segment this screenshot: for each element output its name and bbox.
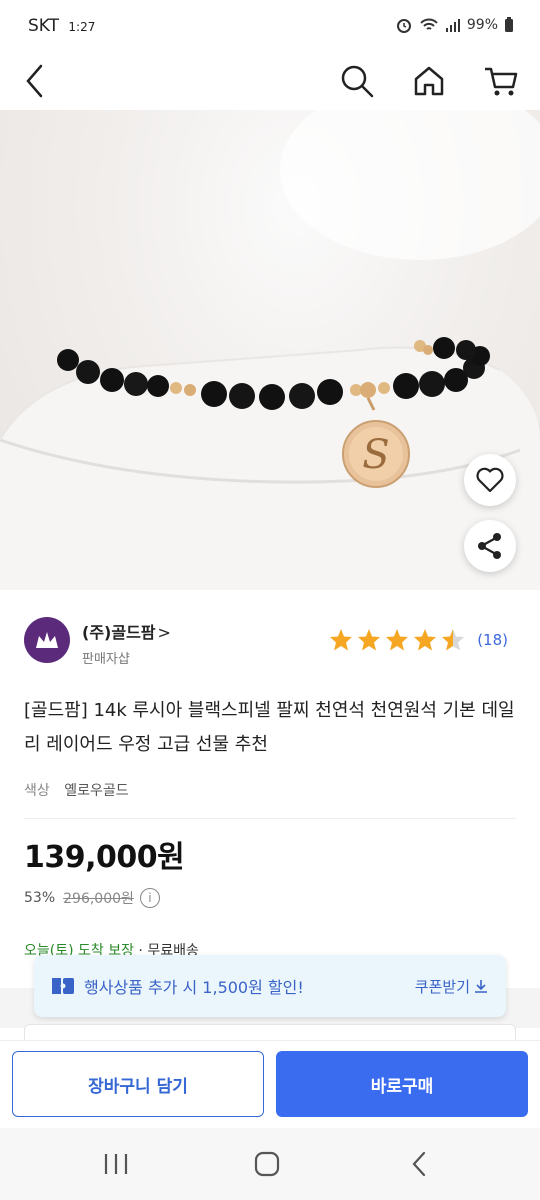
seller-name: (주)골드팜: [82, 623, 156, 642]
original-price: 296,000원: [63, 891, 134, 907]
coupon-button-label: 쿠폰받기: [414, 977, 470, 996]
svg-text:S: S: [362, 432, 389, 478]
color-option: 색상 옐로우골드: [24, 780, 129, 800]
color-value: 옐로우골드: [64, 783, 129, 799]
download-icon: [475, 980, 487, 993]
system-back-icon: [412, 1151, 426, 1177]
coupon-download-button[interactable]: 쿠폰받기: [415, 976, 488, 997]
back-button[interactable]: [12, 58, 58, 104]
coupon-icon: [52, 978, 74, 994]
system-nav-bar: [0, 1128, 540, 1200]
sale-price: 139,000원: [24, 840, 185, 875]
product-image[interactable]: S: [0, 110, 540, 590]
back-arrow-icon: [26, 64, 43, 98]
alarm-icon: [396, 19, 411, 33]
carrier-name: SKT: [28, 16, 60, 36]
status-bar: SKT 1:27 99%: [0, 0, 540, 52]
like-button[interactable]: [464, 454, 516, 506]
search-icon: [341, 65, 374, 98]
status-time: 1:27: [68, 20, 96, 34]
seller-logo[interactable]: [24, 617, 70, 663]
wifi-icon: [420, 18, 438, 30]
coupon-banner[interactable]: 행사상품 추가 시 1,500원 할인! 쿠폰받기: [34, 955, 506, 1017]
seller-type: 판매자샵: [82, 652, 130, 667]
recent-apps-icon: [104, 1154, 128, 1174]
system-home-button[interactable]: [247, 1144, 287, 1184]
system-back-button[interactable]: [399, 1144, 439, 1184]
system-home-icon: [254, 1151, 280, 1177]
battery-icon: [505, 17, 513, 32]
divider: [24, 818, 516, 819]
add-to-cart-button[interactable]: 장바구니 담기: [12, 1051, 264, 1117]
info-icon[interactable]: i: [139, 888, 160, 908]
star-rating-icons: [330, 629, 465, 651]
share-button[interactable]: [464, 520, 516, 572]
home-icon: [414, 66, 444, 96]
share-icon: [478, 533, 501, 559]
seller-name-link[interactable]: (주)골드팜 >: [82, 619, 171, 643]
home-button[interactable]: [406, 58, 452, 104]
color-label: 색상: [24, 783, 50, 799]
bracelet-illustration: S: [0, 110, 540, 590]
top-nav: [0, 52, 540, 110]
coupon-text: 행사상품 추가 시 1,500원 할인!: [84, 978, 304, 997]
signal-icon: [445, 19, 460, 32]
recent-apps-button[interactable]: [96, 1144, 136, 1184]
bottom-action-bar: 장바구니 담기 바로구매: [0, 1040, 540, 1128]
cart-button[interactable]: [478, 58, 524, 104]
battery-level: 99%: [466, 17, 498, 33]
buy-now-button[interactable]: 바로구매: [276, 1051, 528, 1117]
crown-icon: [36, 632, 58, 648]
status-indicators: 99%: [395, 16, 514, 34]
seller-info: (주)골드팜 > 판매자샵 (18): [24, 612, 516, 672]
rating-count: (18): [477, 631, 508, 649]
discount-info: 53% 296,000원 i: [24, 888, 160, 908]
cart-icon: [485, 67, 518, 96]
status-carrier: SKT 1:27: [28, 16, 95, 36]
chevron-right-icon: >: [157, 623, 171, 642]
heart-icon: [476, 467, 504, 493]
rating[interactable]: (18): [329, 628, 508, 652]
product-title: [골드팜] 14k 루시아 블랙스피넬 팔찌 천연석 천연원석 기본 데일리 레…: [24, 700, 515, 755]
search-button[interactable]: [334, 58, 380, 104]
discount-rate: 53%: [24, 890, 56, 906]
